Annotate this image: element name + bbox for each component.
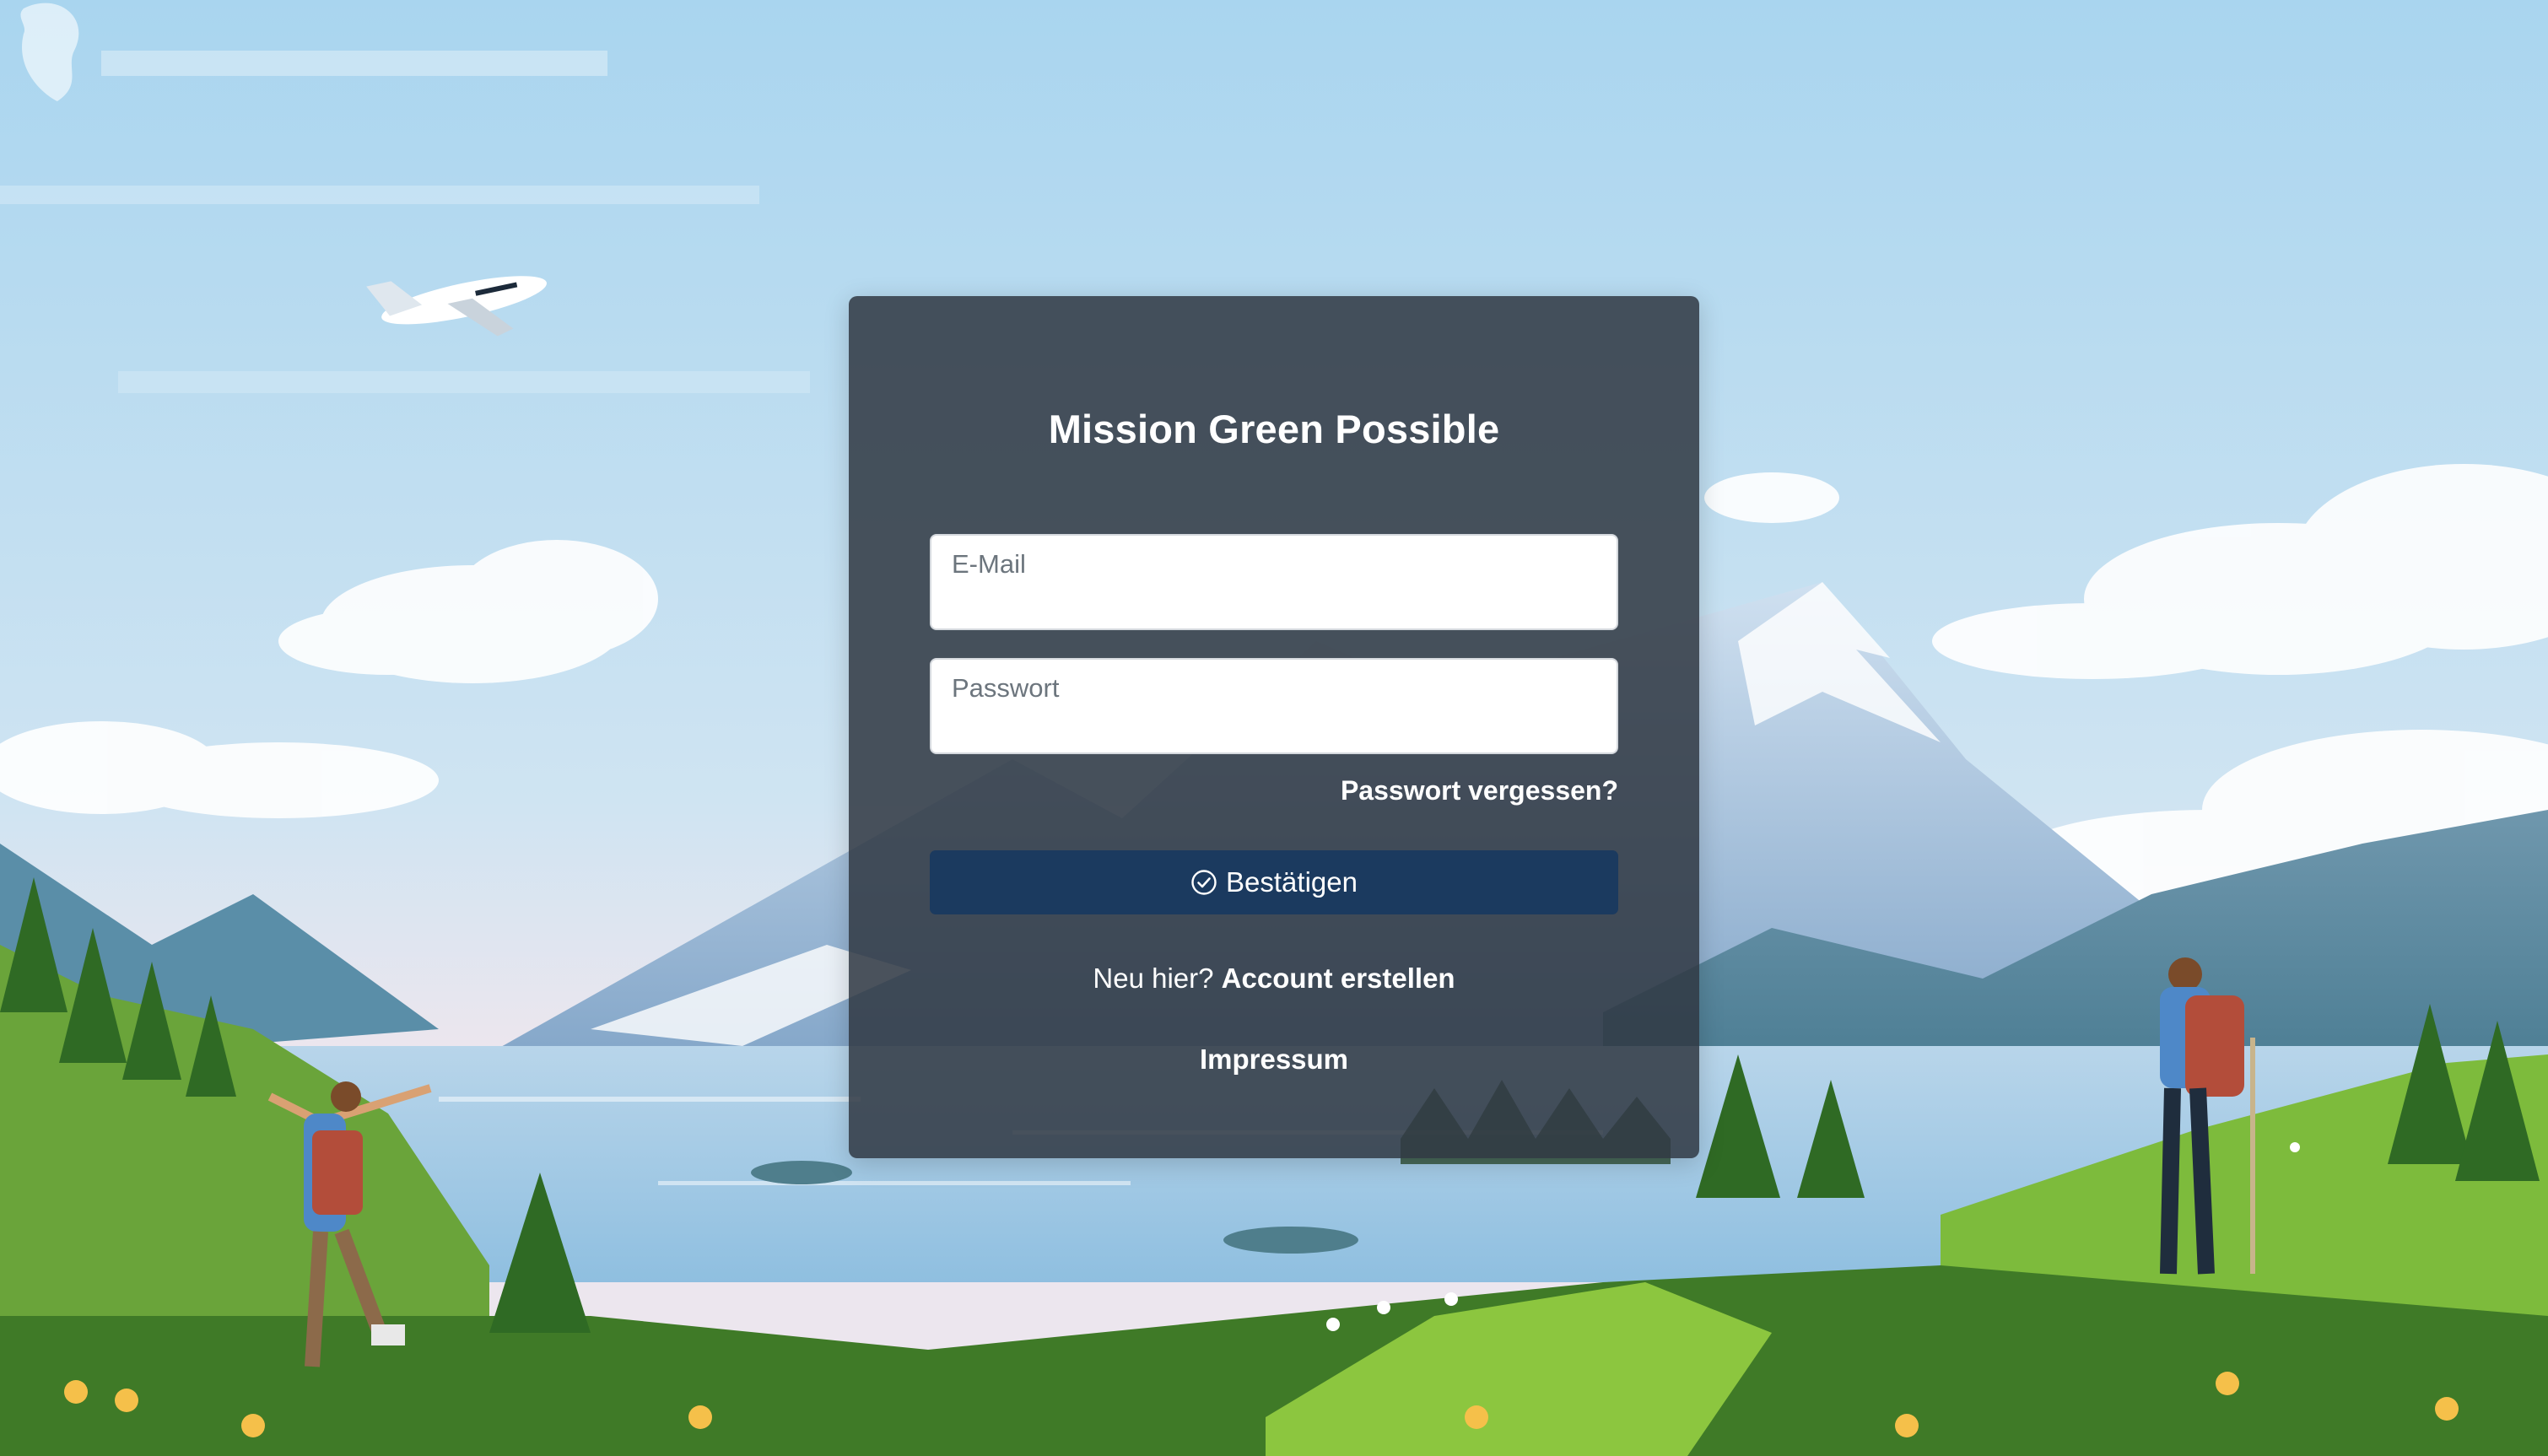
- check-circle-icon: [1190, 869, 1217, 896]
- password-input[interactable]: [950, 709, 1598, 744]
- login-page: Mission Green Possible E-Mail Passwort P…: [0, 0, 2548, 1456]
- submit-label: Bestätigen: [1226, 866, 1358, 898]
- impressum: Impressum: [849, 1043, 1699, 1076]
- submit-button[interactable]: Bestätigen: [930, 850, 1618, 914]
- new-here-text: Neu hier?: [1093, 963, 1222, 994]
- page-title: Mission Green Possible: [1048, 407, 1500, 451]
- login-card: Mission Green Possible E-Mail Passwort P…: [849, 296, 1699, 1158]
- register-prompt: Neu hier? Account erstellen: [849, 963, 1699, 995]
- create-account-link[interactable]: Account erstellen: [1222, 963, 1455, 994]
- email-input[interactable]: [950, 585, 1598, 620]
- password-label: Passwort: [952, 673, 1060, 703]
- email-field[interactable]: E-Mail: [930, 534, 1618, 630]
- email-label: E-Mail: [952, 549, 1026, 579]
- impressum-link[interactable]: Impressum: [1200, 1043, 1348, 1075]
- password-field[interactable]: Passwort: [930, 658, 1618, 754]
- forgot-password-link[interactable]: Passwort vergessen?: [1341, 775, 1618, 806]
- logo-icon: [20, 3, 79, 102]
